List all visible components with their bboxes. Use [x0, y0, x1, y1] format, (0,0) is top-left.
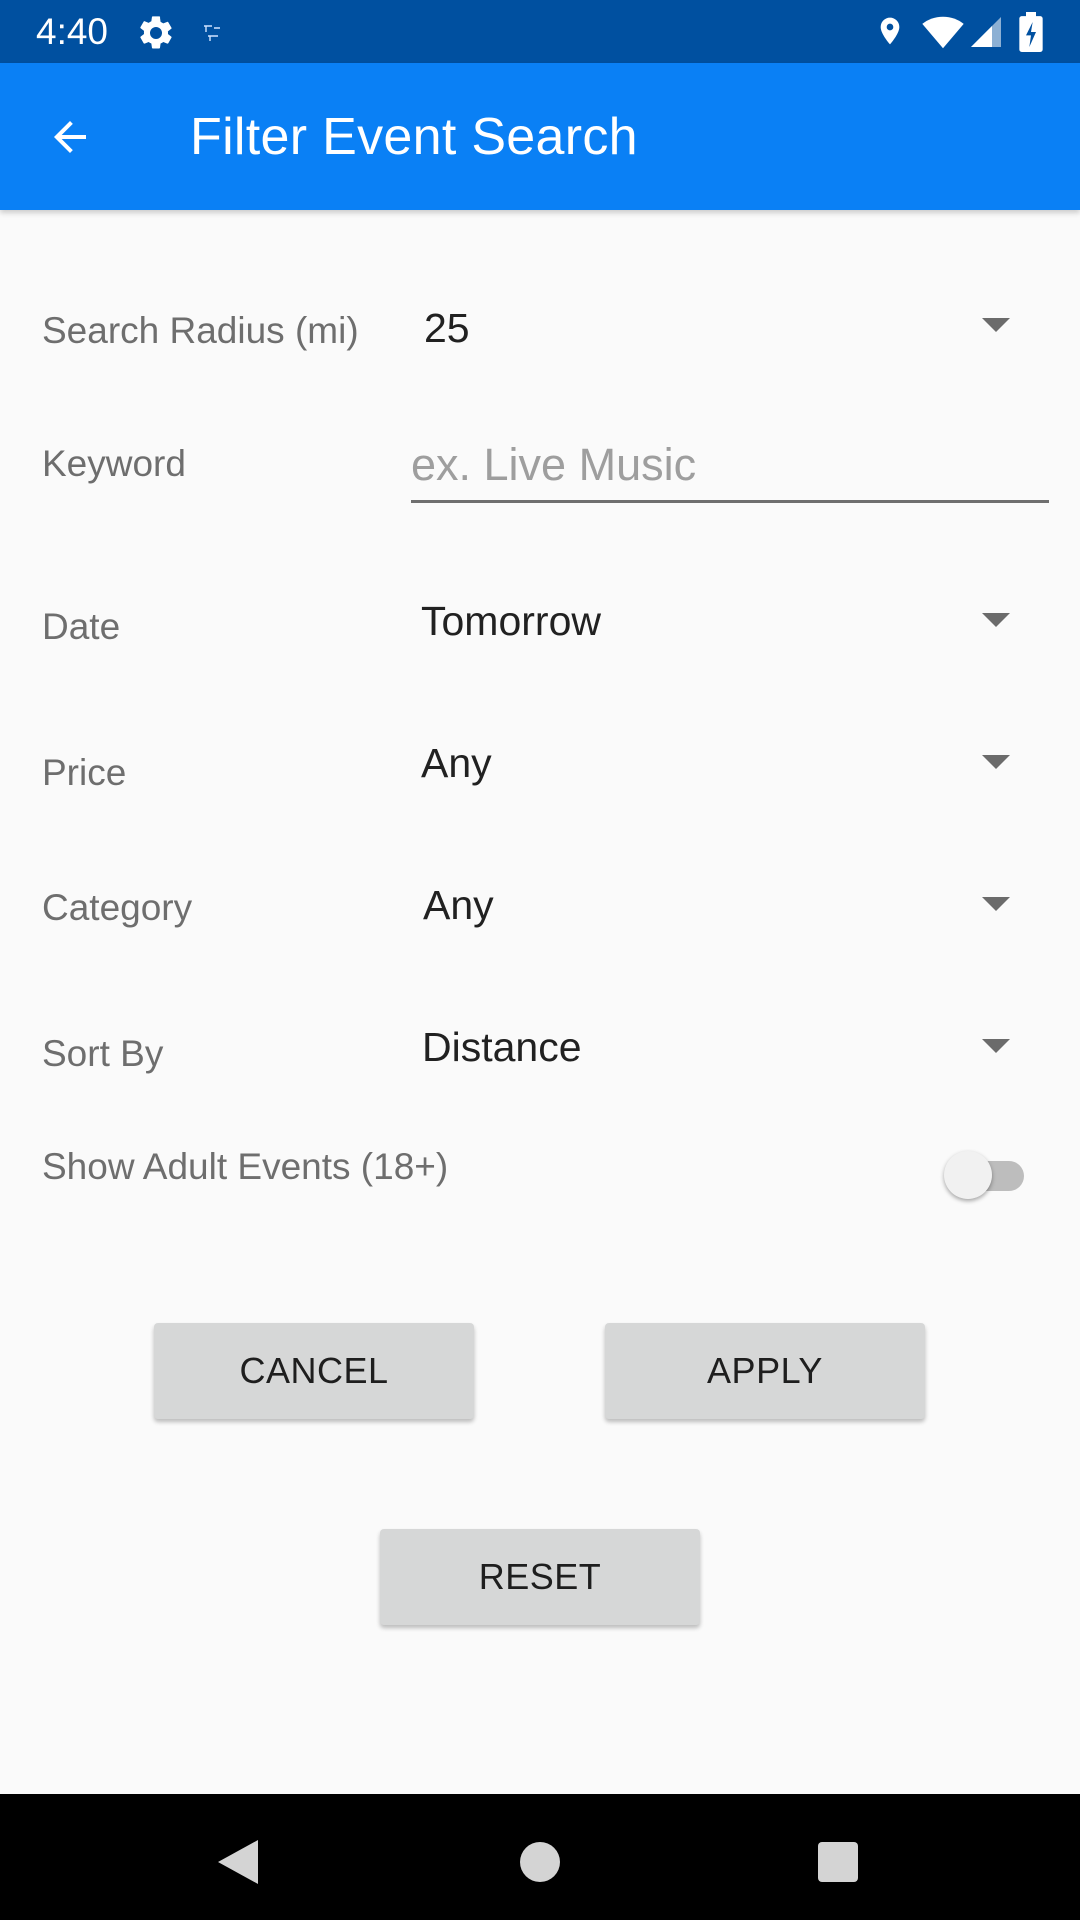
chevron-down-icon[interactable]	[982, 613, 1010, 627]
radius-label: Search Radius (mi)	[42, 310, 359, 351]
keyword-placeholder: ex. Live Music	[411, 439, 697, 490]
signal-icon	[971, 17, 1001, 47]
adult-events-label: Show Adult Events (18+)	[42, 1146, 449, 1187]
nav-recents-icon[interactable]	[818, 1842, 858, 1882]
cancel-button[interactable]: CANCEL	[154, 1323, 474, 1419]
reset-button[interactable]: RESET	[380, 1529, 700, 1625]
radius-dropdown-value[interactable]: 25	[424, 305, 470, 352]
price-label: Price	[42, 752, 127, 793]
app-logo-icon	[204, 25, 220, 41]
category-label: Category	[42, 887, 193, 928]
gear-icon	[140, 16, 172, 49]
system-nav-bar	[0, 1794, 1080, 1920]
page-title: Filter Event Search	[190, 108, 638, 166]
sort-by-dropdown-value[interactable]: Distance	[422, 1024, 582, 1071]
location-icon	[880, 17, 900, 45]
date-label: Date	[42, 606, 121, 647]
battery-charging-icon	[1019, 12, 1043, 52]
apply-button[interactable]: APPLY	[605, 1323, 925, 1419]
chevron-down-icon[interactable]	[982, 1039, 1010, 1053]
adult-events-switch[interactable]	[944, 1148, 1030, 1202]
wifi-icon	[922, 16, 964, 49]
nav-back-icon[interactable]	[218, 1840, 258, 1884]
keyword-input[interactable]: ex. Live Music	[411, 433, 1049, 503]
price-dropdown-value[interactable]: Any	[421, 740, 492, 787]
keyword-label: Keyword	[42, 443, 186, 484]
chevron-down-icon[interactable]	[982, 755, 1010, 769]
status-bar: 4:40	[0, 0, 1080, 63]
switch-thumb	[944, 1151, 992, 1199]
nav-home-icon[interactable]	[520, 1842, 560, 1882]
date-dropdown-value[interactable]: Tomorrow	[421, 598, 601, 645]
category-dropdown-value[interactable]: Any	[423, 882, 494, 929]
sort-by-label: Sort By	[42, 1033, 164, 1074]
arrow-back-icon[interactable]	[46, 113, 94, 161]
chevron-down-icon[interactable]	[982, 897, 1010, 911]
status-time: 4:40	[36, 11, 109, 52]
app-bar: Filter Event Search	[0, 63, 1080, 210]
chevron-down-icon[interactable]	[982, 318, 1010, 332]
